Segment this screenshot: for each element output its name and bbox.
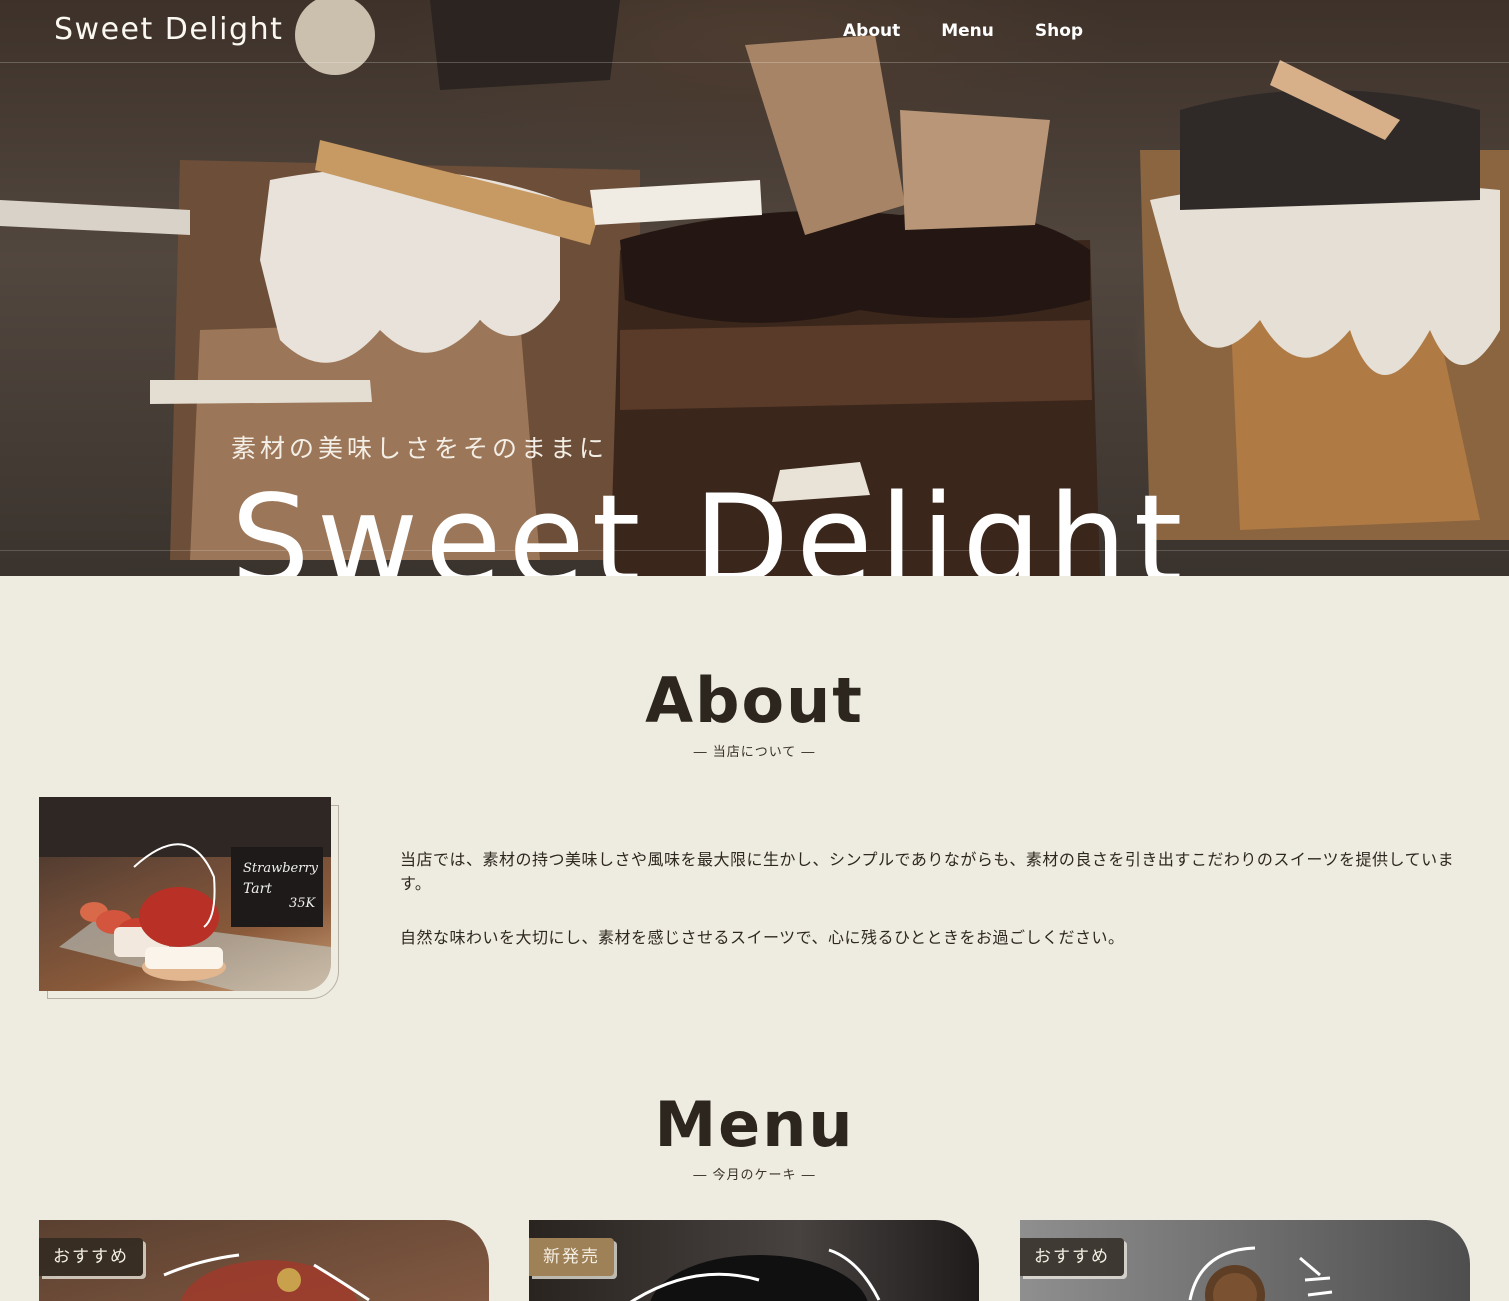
about-title: About <box>645 664 864 737</box>
hero-section: Sweet Delight About Menu Shop 素材の美味しさをその… <box>0 0 1509 576</box>
main-nav: About Menu Shop <box>843 20 1124 42</box>
menu-subtitle: ― 今月のケーキ ― <box>693 1168 816 1183</box>
menu-card-badge: おすすめ <box>1020 1238 1124 1276</box>
hero-title: Sweet Delight <box>231 469 1190 576</box>
menu-title: Menu <box>654 1088 855 1161</box>
tart-sign: Strawberry <box>243 861 319 876</box>
menu-card-2[interactable]: 新発売 <box>529 1220 979 1301</box>
nav-link-shop[interactable]: Shop <box>1035 20 1083 42</box>
nav-link-menu[interactable]: Menu <box>941 20 994 42</box>
svg-text:Tart: Tart <box>243 881 272 897</box>
header-divider <box>0 62 1509 63</box>
menu-card-badge: 新発売 <box>529 1238 614 1276</box>
svg-text:35K: 35K <box>289 896 317 911</box>
about-text: 当店では、素材の持つ美味しさや風味を最大限に生かし、シンプルでありながらも、素材… <box>400 848 1465 950</box>
nav-link-about[interactable]: About <box>843 20 900 42</box>
about-subtitle: ― 当店について ― <box>693 745 816 760</box>
menu-card-3[interactable]: おすすめ <box>1020 1220 1470 1301</box>
about-photo: Strawberry Tart 35K <box>39 797 331 991</box>
menu-card-badge: おすすめ <box>39 1238 143 1276</box>
hero-tagline: 素材の美味しさをそのままに <box>231 434 609 463</box>
about-paragraph-2: 自然な味わいを大切にし、素材を感じさせるスイーツで、心に残るひとときをお過ごしく… <box>400 928 1125 947</box>
strawberry-tart-illustration: Strawberry Tart 35K <box>39 797 331 991</box>
menu-card-1[interactable]: おすすめ <box>39 1220 489 1301</box>
about-paragraph-1: 当店では、素材の持つ美味しさや風味を最大限に生かし、シンプルでありながらも、素材… <box>400 850 1455 893</box>
site-logo[interactable]: Sweet Delight <box>54 10 283 50</box>
